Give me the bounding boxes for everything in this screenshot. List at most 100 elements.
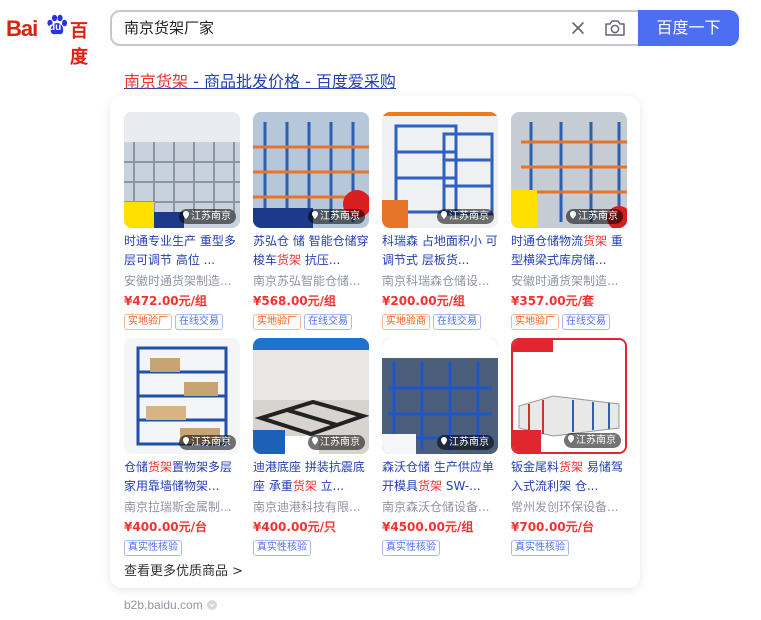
product-price: ¥4500.00元/组 [382, 520, 474, 534]
location-badge: 江苏南京 [564, 433, 621, 448]
product-tags: 实地验商 在线交易 [382, 311, 484, 330]
product-title-highlight: 货架 [418, 479, 443, 493]
product-image[interactable]: 江苏南京 [124, 338, 240, 454]
location-text: 江苏南京 [320, 211, 360, 222]
logo-text-en: Bai [6, 16, 38, 41]
product-title[interactable]: 科瑞森 占地面积小 可调节式 层板货... [382, 232, 500, 270]
location-text: 江苏南京 [578, 211, 618, 222]
product-image[interactable]: 江苏南京 [511, 112, 627, 228]
product-title[interactable]: 森沃仓储 生产供应单开模具货架 SW-... [382, 458, 500, 496]
search-box [110, 10, 640, 46]
location-text: 江苏南京 [191, 437, 231, 448]
product-price: ¥400.00元/台 [124, 520, 208, 534]
location-text: 江苏南京 [191, 211, 231, 222]
location-pin-icon [568, 435, 574, 443]
product-title[interactable]: 仓储货架置物架多层家用靠墙储物架... [124, 458, 242, 496]
location-text: 江苏南京 [576, 435, 616, 446]
product-image[interactable]: 江苏南京 [382, 338, 498, 454]
product-company: 南京苏弘智能仓储... [253, 274, 361, 288]
location-badge: 江苏南京 [179, 435, 236, 450]
product-tags: 真实性核验 [382, 537, 443, 556]
location-pin-icon [312, 437, 318, 445]
location-pin-icon [183, 437, 189, 445]
product-title-highlight: 货架 [292, 479, 317, 493]
product-title-highlight: 货架 [277, 253, 302, 267]
camera-icon[interactable] [604, 18, 626, 38]
product-title[interactable]: 迪港底座 拼装抗震底座 承重货架 立... [253, 458, 371, 496]
product-title-text: 立... [316, 479, 345, 493]
product-title-text: 时通专业生产 重型多层可调节 高位 ... [124, 234, 236, 267]
location-pin-icon [570, 211, 576, 219]
logo-paw-text: du [49, 22, 62, 33]
result-title-link[interactable]: 南京货架 - 商品批发价格 - 百度爱采购 [124, 68, 396, 92]
trade-tag: 在线交易 [175, 314, 223, 330]
logo-text-cn: 百度 [70, 21, 88, 68]
product-company: 安徽时通货架制造... [511, 274, 619, 288]
verify-tag: 实地验厂 [124, 314, 172, 330]
product-price: ¥400.00元/只 [253, 520, 337, 534]
verify-tag: 真实性核验 [382, 540, 440, 556]
search-button[interactable]: 百度一下 [638, 10, 739, 46]
product-image[interactable]: 江苏南京 [511, 338, 627, 454]
location-badge: 江苏南京 [308, 435, 365, 450]
product-title[interactable]: 时通专业生产 重型多层可调节 高位 ... [124, 232, 242, 270]
source-text: b2b.baidu.com [124, 598, 203, 612]
search-input[interactable] [124, 12, 544, 44]
product-tags: 真实性核验 [511, 537, 572, 556]
location-pin-icon [441, 211, 447, 219]
product-tags: 实地验厂 在线交易 [253, 311, 355, 330]
location-badge: 江苏南京 [437, 435, 494, 450]
verify-tag: 真实性核验 [124, 540, 182, 556]
product-image[interactable]: 江苏南京 [124, 112, 240, 228]
location-text: 江苏南京 [449, 211, 489, 222]
source-url[interactable]: b2b.baidu.com [124, 598, 217, 612]
location-badge: 江苏南京 [437, 209, 494, 224]
product-company: 南京迪港科技有限... [253, 500, 361, 514]
product-title[interactable]: 苏弘仓 储 智能仓储穿梭车货架 抗压... [253, 232, 371, 270]
product-company: 南京森沃仓储设备... [382, 500, 490, 514]
chevron-down-icon[interactable] [206, 600, 217, 610]
verify-tag: 真实性核验 [253, 540, 311, 556]
product-tags: 实地验厂 在线交易 [124, 311, 226, 330]
verify-tag: 真实性核验 [511, 540, 569, 556]
product-card-panel: 江苏南京 时通专业生产 重型多层可调节 高位 ... 安徽时通货架制造... ¥… [110, 96, 640, 588]
product-price: ¥472.00元/组 [124, 294, 208, 308]
trade-tag: 在线交易 [304, 314, 352, 330]
location-pin-icon [312, 211, 318, 219]
product-tags: 真实性核验 [124, 537, 185, 556]
more-products-link[interactable]: 查看更多优质商品 > [124, 560, 243, 579]
product-title[interactable]: 时通仓储物流货架 重型横梁式库房储... [511, 232, 629, 270]
result-title-highlight: 南京货架 [124, 72, 189, 91]
product-tags: 真实性核验 [253, 537, 314, 556]
product-title-text: 钣金尾料 [511, 460, 560, 474]
product-image[interactable]: 江苏南京 [253, 338, 369, 454]
product-title-highlight: 货架 [583, 234, 608, 248]
product-image[interactable]: 江苏南京 [253, 112, 369, 228]
result-title-rest: - 商品批发价格 - 百度爱采购 [188, 72, 396, 91]
clear-icon[interactable] [568, 18, 588, 38]
product-title-text: SW-... [442, 479, 481, 493]
location-badge: 江苏南京 [308, 209, 365, 224]
product-company: 南京拉瑞斯金属制... [124, 500, 232, 514]
product-title[interactable]: 钣金尾料货架 易储驾入式流利架 仓... [511, 458, 629, 496]
verify-tag: 实地验厂 [253, 314, 301, 330]
product-image[interactable]: 江苏南京 [382, 112, 498, 228]
product-company: 常州发创环保设备... [511, 500, 619, 514]
trade-tag: 在线交易 [562, 314, 610, 330]
location-text: 江苏南京 [320, 437, 360, 448]
product-tags: 实地验厂 在线交易 [511, 311, 613, 330]
location-badge: 江苏南京 [566, 209, 623, 224]
product-title-highlight: 货架 [559, 460, 584, 474]
baidu-logo[interactable]: Bai du 百度 [6, 10, 98, 68]
product-title-text: 时通仓储物流 [511, 234, 584, 248]
location-badge: 江苏南京 [179, 209, 236, 224]
product-title-text: 科瑞森 占地面积小 可调节式 层板货... [382, 234, 498, 267]
product-company: 南京科瑞森仓储设... [382, 274, 490, 288]
product-price: ¥357.00元/套 [511, 294, 595, 308]
location-text: 江苏南京 [449, 437, 489, 448]
product-title-text: 仓储 [124, 460, 149, 474]
product-company: 安徽时通货架制造... [124, 274, 232, 288]
location-pin-icon [441, 437, 447, 445]
verify-tag: 实地验商 [382, 314, 430, 330]
trade-tag: 在线交易 [433, 314, 481, 330]
